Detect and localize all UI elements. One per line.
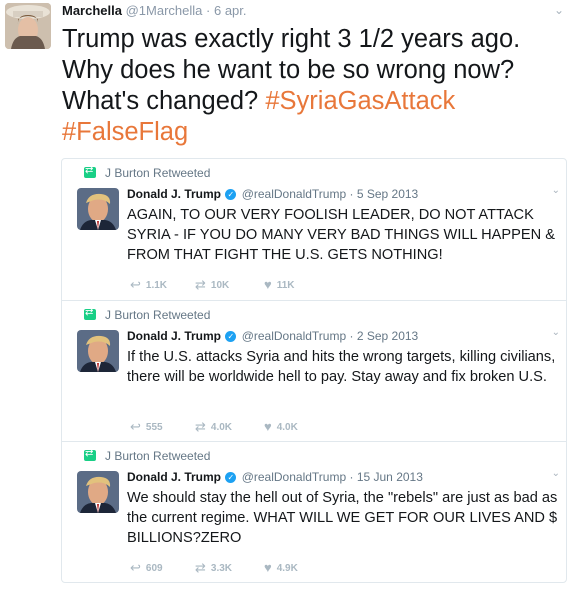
reply-icon: ↩ bbox=[130, 419, 141, 434]
quoted-tweet-date[interactable]: · 15 Jun 2013 bbox=[350, 470, 423, 484]
quoted-tweet[interactable]: J Burton Retweeted Donald J. Trump ✓ @re… bbox=[62, 441, 566, 582]
quoted-tweet[interactable]: J Burton Retweeted Donald J. Trump ✓ @re… bbox=[62, 159, 566, 299]
header-separator: · bbox=[206, 3, 211, 18]
retweeted-by-label[interactable]: J Burton Retweeted bbox=[105, 308, 210, 322]
verified-badge-icon: ✓ bbox=[225, 331, 237, 343]
retweet-icon bbox=[84, 164, 96, 178]
retweet-button[interactable]: ⇄ 3.3K bbox=[195, 560, 232, 576]
trump-avatar-image bbox=[77, 330, 119, 372]
retweet-context: J Burton Retweeted bbox=[84, 164, 210, 180]
tweet-text: Trump was exactly right 3 1/2 years ago.… bbox=[62, 24, 567, 148]
quoted-tweet-header: Donald J. Trump ✓ @realDonaldTrump · 5 S… bbox=[127, 187, 418, 201]
trump-avatar[interactable] bbox=[77, 471, 119, 513]
author-handle[interactable]: @1Marchella bbox=[126, 3, 203, 18]
tweet-header: Marchella @1Marchella · 6 apr. bbox=[62, 3, 247, 19]
quoted-author-name[interactable]: Donald J. Trump bbox=[127, 470, 221, 484]
retweet-count: 10K bbox=[210, 280, 230, 291]
trump-avatar[interactable] bbox=[77, 330, 119, 372]
retweet-count: 3.3K bbox=[210, 563, 233, 574]
retweet-icon bbox=[84, 447, 96, 461]
quoted-author-handle[interactable]: @realDonaldTrump bbox=[242, 329, 346, 343]
trump-avatar-image bbox=[77, 471, 119, 513]
retweet-context: J Burton Retweeted bbox=[84, 306, 210, 322]
quoted-author-handle[interactable]: @realDonaldTrump bbox=[242, 470, 346, 484]
quoted-author-name[interactable]: Donald J. Trump bbox=[127, 329, 221, 343]
quoted-tweet-header: Donald J. Trump ✓ @realDonaldTrump · 2 S… bbox=[127, 329, 418, 343]
quoted-tweets-card[interactable]: J Burton Retweeted Donald J. Trump ✓ @re… bbox=[61, 158, 567, 583]
retweet-icon bbox=[84, 306, 96, 320]
quoted-more-chevron-down-icon[interactable]: ⌄ bbox=[552, 327, 560, 338]
like-button[interactable]: ♥ 4.9K bbox=[264, 560, 298, 575]
reply-icon: ↩ bbox=[130, 560, 141, 575]
trump-avatar-image bbox=[77, 188, 119, 230]
author-name[interactable]: Marchella bbox=[62, 3, 122, 18]
quoted-tweet-header: Donald J. Trump ✓ @realDonaldTrump · 15 … bbox=[127, 470, 423, 484]
heart-icon: ♥ bbox=[264, 560, 272, 575]
quoted-more-chevron-down-icon[interactable]: ⌄ bbox=[552, 468, 560, 479]
reply-button[interactable]: ↩ 555 bbox=[130, 419, 163, 435]
like-count: 4.0K bbox=[276, 422, 298, 433]
hashtag-link[interactable]: #SyriaGasAttack bbox=[265, 87, 455, 115]
retweeted-by-label[interactable]: J Burton Retweeted bbox=[105, 166, 210, 180]
quoted-author-name[interactable]: Donald J. Trump bbox=[127, 187, 221, 201]
like-count: 11K bbox=[276, 280, 295, 291]
reply-count: 555 bbox=[145, 422, 163, 433]
tweet-date[interactable]: 6 apr. bbox=[214, 3, 247, 18]
quoted-tweet-text: We should stay the hell out of Syria, th… bbox=[127, 490, 558, 546]
retweet-count: 4.0K bbox=[210, 422, 233, 433]
quoted-more-chevron-down-icon[interactable]: ⌄ bbox=[552, 185, 560, 196]
reply-button[interactable]: ↩ 1.1K bbox=[130, 277, 167, 293]
retweet-context: J Burton Retweeted bbox=[84, 447, 210, 463]
like-button[interactable]: ♥ 4.0K bbox=[264, 419, 298, 434]
retweet-icon: ⇄ bbox=[195, 419, 206, 434]
author-avatar[interactable] bbox=[5, 3, 51, 49]
trump-avatar[interactable] bbox=[77, 188, 119, 230]
like-count: 4.9K bbox=[276, 563, 298, 574]
quoted-tweet-date[interactable]: · 2 Sep 2013 bbox=[350, 329, 419, 343]
quoted-tweet-text: AGAIN, TO OUR VERY FOOLISH LEADER, DO NO… bbox=[127, 207, 555, 263]
quoted-tweet-date[interactable]: · 5 Sep 2013 bbox=[350, 187, 419, 201]
reply-icon: ↩ bbox=[130, 277, 141, 292]
like-button[interactable]: ♥ 11K bbox=[264, 277, 295, 292]
verified-badge-icon: ✓ bbox=[225, 189, 237, 201]
retweet-icon: ⇄ bbox=[195, 277, 206, 292]
heart-icon: ♥ bbox=[264, 419, 272, 434]
quoted-tweet-text: If the U.S. attacks Syria and hits the w… bbox=[127, 349, 556, 385]
retweet-button[interactable]: ⇄ 4.0K bbox=[195, 419, 232, 435]
retweeted-by-label[interactable]: J Burton Retweeted bbox=[105, 449, 210, 463]
author-avatar-image bbox=[5, 3, 51, 49]
retweet-icon: ⇄ bbox=[195, 560, 206, 575]
tweet-more-chevron-down-icon[interactable]: ⌄ bbox=[554, 3, 564, 17]
reply-count: 609 bbox=[145, 563, 163, 574]
retweet-button[interactable]: ⇄ 10K bbox=[195, 277, 229, 293]
heart-icon: ♥ bbox=[264, 277, 272, 292]
hashtag-link[interactable]: #FalseFlag bbox=[62, 118, 188, 146]
verified-badge-icon: ✓ bbox=[225, 472, 237, 484]
quoted-tweet[interactable]: J Burton Retweeted Donald J. Trump ✓ @re… bbox=[62, 300, 566, 441]
quoted-author-handle[interactable]: @realDonaldTrump bbox=[242, 187, 346, 201]
reply-button[interactable]: ↩ 609 bbox=[130, 560, 163, 576]
reply-count: 1.1K bbox=[145, 280, 168, 291]
